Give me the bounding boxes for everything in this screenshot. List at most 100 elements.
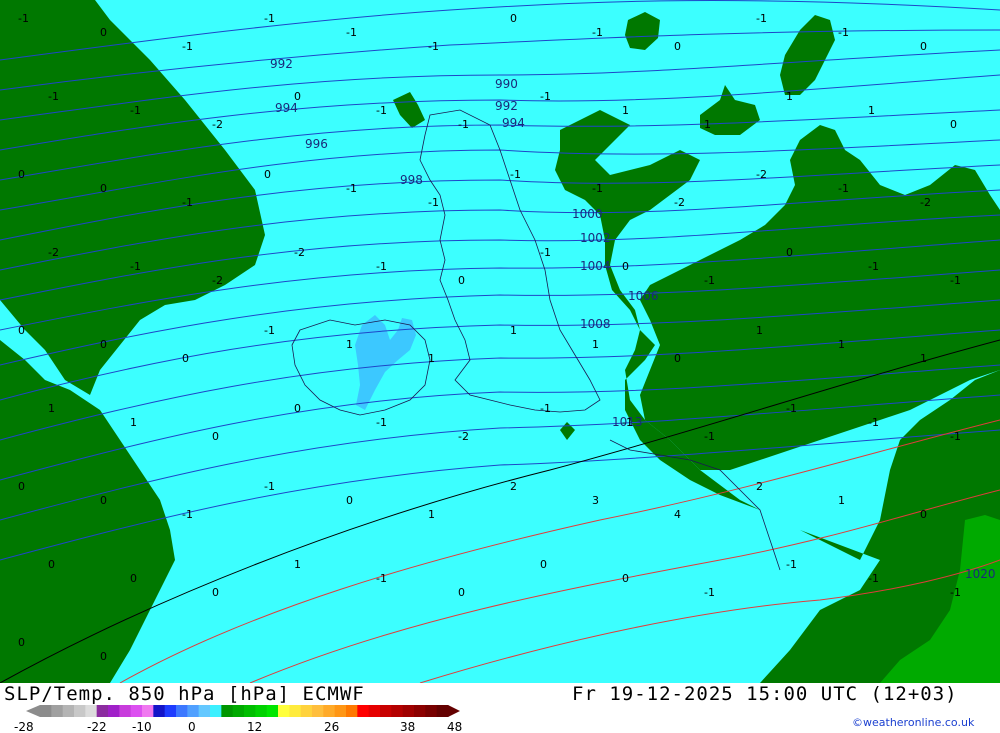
temperature-label: -1 <box>48 90 59 103</box>
temperature-label: -1 <box>704 430 715 443</box>
temperature-label: 1 <box>756 324 763 337</box>
temperature-label: 0 <box>622 260 629 273</box>
temperature-label: 0 <box>786 246 793 259</box>
legend-swatches <box>26 705 460 717</box>
temperature-label: 0 <box>458 586 465 599</box>
legend-swatch <box>255 705 268 717</box>
temperature-label: 0 <box>540 558 547 571</box>
temperature-label: -1 <box>346 182 357 195</box>
legend-swatch <box>74 705 86 717</box>
temperature-label: 0 <box>18 480 25 493</box>
valid-time: Fr 19-12-2025 15:00 UTC (12+03) <box>572 683 958 705</box>
legend-tick-label: 0 <box>188 720 196 733</box>
isobar-label: 990 <box>495 77 518 91</box>
temperature-label: 3 <box>592 494 599 507</box>
legend-swatch <box>244 705 256 717</box>
temperature-label: 1 <box>294 558 301 571</box>
isobar-label: 992 <box>495 99 518 113</box>
chart-title: SLP/Temp. 850 hPa [hPa] ECMWF <box>4 683 365 705</box>
isobar-label: 1000 <box>572 207 603 221</box>
temperature-label: -1 <box>622 416 633 429</box>
legend-swatch <box>176 705 188 717</box>
legend-tick-label: 26 <box>324 720 339 733</box>
temperature-label: -2 <box>674 196 685 209</box>
temperature-label: 0 <box>100 494 107 507</box>
temperature-label: 0 <box>212 430 219 443</box>
temperature-label: -1 <box>130 260 141 273</box>
temperature-label: 0 <box>130 572 137 585</box>
temperature-label: 1 <box>346 338 353 351</box>
temperature-label: 0 <box>294 402 301 415</box>
temperature-label: -1 <box>182 508 193 521</box>
temperature-label: 1 <box>48 402 55 415</box>
temperature-label: -1 <box>786 402 797 415</box>
legend-tick-label: 48 <box>447 720 462 733</box>
temperature-label: 0 <box>674 352 681 365</box>
legend-swatch <box>187 705 200 717</box>
legend-swatch <box>119 705 132 717</box>
temperature-label: -1 <box>868 572 879 585</box>
legend-swatch <box>323 705 336 717</box>
temperature-label: -1 <box>510 168 521 181</box>
temperature-label: 4 <box>674 508 681 521</box>
temperature-label: -2 <box>294 246 305 259</box>
temperature-label: -1 <box>264 480 275 493</box>
legend-swatch <box>232 705 245 717</box>
temperature-label: 0 <box>458 274 465 287</box>
legend-swatch <box>142 705 154 717</box>
legend-swatch <box>210 705 222 717</box>
temperature-label: 0 <box>100 338 107 351</box>
temperature-label: -1 <box>182 196 193 209</box>
color-legend: -28 -22 -10 0 12 26 38 48 <box>14 705 462 733</box>
temperature-label: -1 <box>868 416 879 429</box>
legend-swatch <box>334 705 347 717</box>
legend-swatch <box>402 705 415 717</box>
temperature-label: -1 <box>540 402 551 415</box>
temperature-label: 1 <box>838 494 845 507</box>
legend-swatch <box>266 705 279 717</box>
legend-swatch <box>278 705 290 717</box>
temperature-label: -1 <box>428 40 439 53</box>
isobar-label: 1004 <box>580 259 611 273</box>
legend-swatch <box>108 705 120 717</box>
temperature-label: -1 <box>376 260 387 273</box>
legend-tick-label: 38 <box>400 720 415 733</box>
temperature-label: 0 <box>100 650 107 663</box>
temperature-label: 1 <box>428 508 435 521</box>
legend-swatch <box>96 705 109 717</box>
temperature-label: -2 <box>756 168 767 181</box>
legend-swatch <box>391 705 404 717</box>
temperature-label: 0 <box>100 26 107 39</box>
legend-swatch <box>346 705 358 717</box>
legend-swatch <box>312 705 324 717</box>
temperature-label: -1 <box>458 118 469 131</box>
temperature-label: -1 <box>376 572 387 585</box>
legend-swatch <box>368 705 381 717</box>
temperature-label: -1 <box>264 12 275 25</box>
legend-swatch <box>153 705 166 717</box>
temperature-label: -1 <box>376 104 387 117</box>
temperature-label: 1 <box>786 90 793 103</box>
temperature-label: -1 <box>264 324 275 337</box>
temperature-label: -1 <box>950 586 961 599</box>
legend-swatch <box>425 705 438 717</box>
temperature-label: 0 <box>212 586 219 599</box>
temperature-label: -1 <box>786 558 797 571</box>
legend-arrow-right <box>448 705 460 717</box>
temperature-label: 2 <box>756 480 763 493</box>
temperature-label: -1 <box>182 40 193 53</box>
isobar-label: 994 <box>502 116 525 130</box>
temperature-label: 1 <box>838 338 845 351</box>
temperature-label: -2 <box>212 118 223 131</box>
temperature-label: -1 <box>592 182 603 195</box>
temperature-label: -1 <box>346 26 357 39</box>
temperature-label: 0 <box>920 508 927 521</box>
temperature-label: -2 <box>48 246 59 259</box>
legend-swatch <box>357 705 370 717</box>
temperature-label: 0 <box>264 168 271 181</box>
legend-tick-label: -22 <box>87 720 107 733</box>
temperature-label: -1 <box>540 246 551 259</box>
credit-link[interactable]: ©weatheronline.co.uk <box>852 716 974 729</box>
temperature-label: -1 <box>704 586 715 599</box>
temperature-label: -2 <box>458 430 469 443</box>
